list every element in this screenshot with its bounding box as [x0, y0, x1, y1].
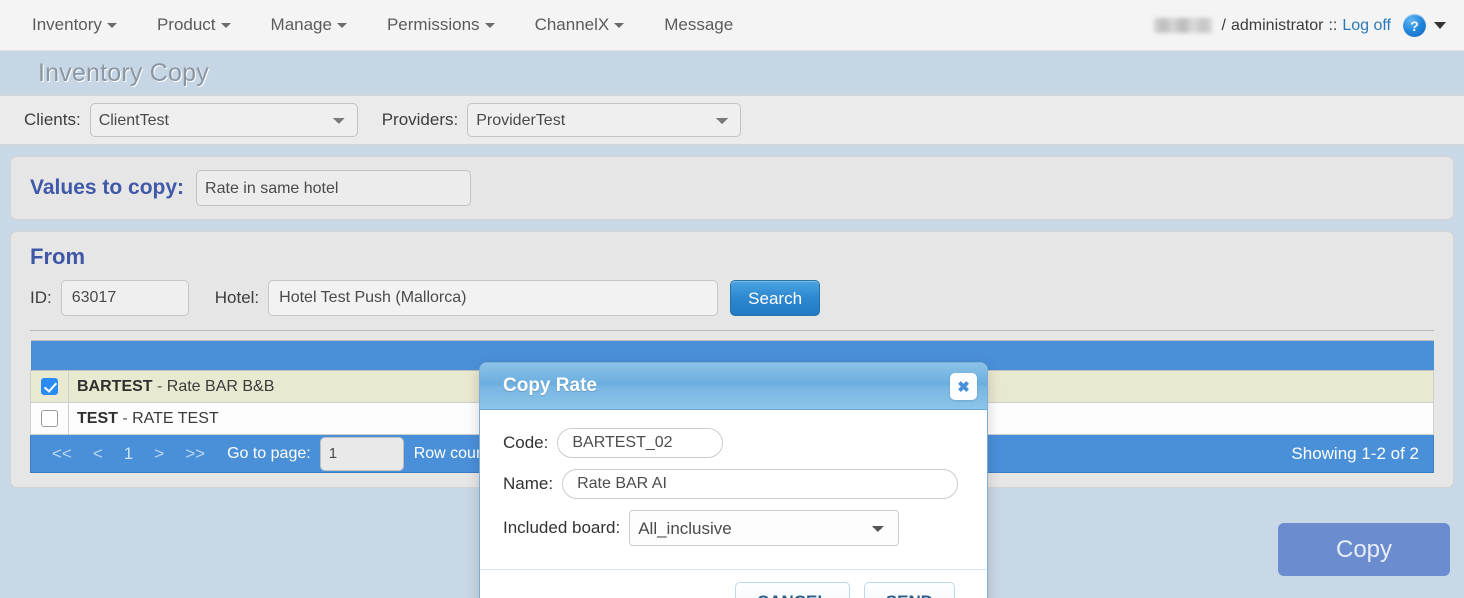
- values-to-copy-select[interactable]: Rate in same hotel: [196, 170, 472, 206]
- pagination-prev-button[interactable]: <: [84, 441, 112, 467]
- code-label: Code:: [503, 433, 549, 452]
- values-to-copy-panel: Values to copy: Rate in same hotel: [10, 156, 1454, 220]
- nav-item-permissions[interactable]: Permissions: [373, 9, 509, 41]
- showing-range-text: Showing 1-2 of 2: [1291, 443, 1419, 463]
- client-provider-bar: Clients: ClientTest Providers: ProviderT…: [0, 95, 1464, 145]
- row-count-label: Row count: [413, 444, 490, 462]
- main-menu: Inventory Product Manage Permissions Cha…: [0, 9, 759, 41]
- rate-code: BARTEST: [77, 377, 153, 395]
- row-checkbox-cell: [30, 370, 69, 403]
- id-label: ID:: [30, 288, 52, 307]
- chevron-down-icon: [336, 23, 347, 29]
- user-session-area: / administrator :: Log off ?: [1153, 0, 1446, 51]
- user-role: administrator: [1230, 16, 1324, 34]
- close-icon[interactable]: ✖: [950, 373, 977, 400]
- pagination-next-button[interactable]: >: [145, 441, 173, 467]
- providers-label: Providers:: [381, 110, 459, 129]
- nav-item-inventory[interactable]: Inventory: [18, 9, 131, 41]
- top-navigation-bar: Inventory Product Manage Permissions Cha…: [0, 0, 1464, 51]
- id-input[interactable]: [60, 280, 189, 316]
- page-content: Inventory Copy Clients: ClientTest Provi…: [0, 51, 1464, 598]
- user-separator: /: [1221, 16, 1226, 34]
- send-button[interactable]: SEND: [863, 582, 955, 598]
- row-checkbox[interactable]: [41, 377, 58, 395]
- nav-item-product[interactable]: Product: [143, 9, 245, 41]
- search-button[interactable]: Search: [730, 280, 821, 316]
- help-icon[interactable]: ?: [1403, 14, 1426, 37]
- name-input[interactable]: [562, 469, 959, 499]
- chevron-down-icon: [220, 23, 231, 29]
- page-title-bar: Inventory Copy: [0, 51, 1464, 95]
- rate-separator: -: [117, 409, 133, 427]
- copy-action-area: Copy: [1278, 523, 1450, 576]
- values-to-copy-section: Values to copy: Rate in same hotel: [0, 145, 1464, 220]
- modal-board-row: Included board: All_inclusive: [503, 510, 964, 546]
- modal-header: Copy Rate ✖: [480, 363, 987, 410]
- nav-item-manage[interactable]: Manage: [257, 9, 361, 41]
- modal-code-row: Code:: [503, 428, 964, 458]
- nav-item-channelx[interactable]: ChannelX: [521, 9, 639, 41]
- nav-item-label: ChannelX: [534, 15, 610, 34]
- nav-item-label: Product: [156, 15, 216, 34]
- code-input[interactable]: [557, 428, 724, 458]
- nav-item-message[interactable]: Message: [650, 9, 747, 41]
- from-section-title: From: [30, 244, 85, 269]
- included-board-select[interactable]: All_inclusive: [629, 510, 900, 546]
- cancel-button[interactable]: CANCEL: [734, 582, 850, 598]
- log-off-link[interactable]: Log off: [1342, 17, 1391, 35]
- rate-name: Rate BAR B&B: [166, 377, 275, 395]
- nav-item-label: Message: [664, 15, 734, 34]
- values-to-copy-label: Values to copy:: [30, 176, 185, 199]
- pagination-page-1-button[interactable]: 1: [115, 441, 142, 467]
- row-checkbox[interactable]: [41, 409, 58, 427]
- name-label: Name:: [503, 474, 554, 493]
- chevron-down-icon: [106, 23, 117, 29]
- providers-select[interactable]: ProviderTest: [467, 103, 742, 137]
- page-title: Inventory Copy: [38, 58, 209, 87]
- modal-body: Code: Name: Included board: All_inclusiv…: [480, 410, 987, 569]
- rate-separator: -: [152, 377, 167, 395]
- copy-button[interactable]: Copy: [1278, 523, 1450, 576]
- clients-select[interactable]: ClientTest: [89, 103, 358, 137]
- nav-item-label: Permissions: [386, 15, 480, 34]
- modal-title: Copy Rate: [503, 375, 597, 396]
- copy-rate-modal: Copy Rate ✖ Code: Name: Included board: …: [479, 362, 988, 598]
- go-to-page-select[interactable]: 1: [319, 436, 404, 471]
- from-search-row: ID: Hotel: Search: [30, 280, 1434, 316]
- rate-code: TEST: [77, 409, 118, 427]
- chevron-down-icon[interactable]: [1434, 22, 1446, 29]
- pagination-last-button[interactable]: >>: [176, 441, 214, 467]
- hotel-label: Hotel:: [214, 288, 260, 307]
- rate-name: RATE TEST: [132, 409, 219, 427]
- chevron-down-icon: [484, 23, 495, 29]
- go-to-page-label: Go to page:: [227, 444, 311, 462]
- modal-name-row: Name:: [503, 469, 964, 499]
- header-checkbox-column: [30, 340, 69, 371]
- included-board-label: Included board:: [503, 518, 621, 537]
- nav-item-label: Manage: [270, 15, 332, 34]
- chevron-down-icon: [614, 23, 625, 29]
- role-separator: ::: [1328, 16, 1338, 34]
- row-checkbox-cell: [30, 402, 69, 435]
- username-redacted: [1153, 18, 1212, 33]
- pagination-first-button[interactable]: <<: [43, 441, 81, 467]
- hotel-input[interactable]: [268, 280, 719, 316]
- clients-label: Clients:: [24, 110, 81, 129]
- modal-footer: CANCEL SEND: [480, 569, 987, 598]
- nav-item-label: Inventory: [32, 15, 102, 34]
